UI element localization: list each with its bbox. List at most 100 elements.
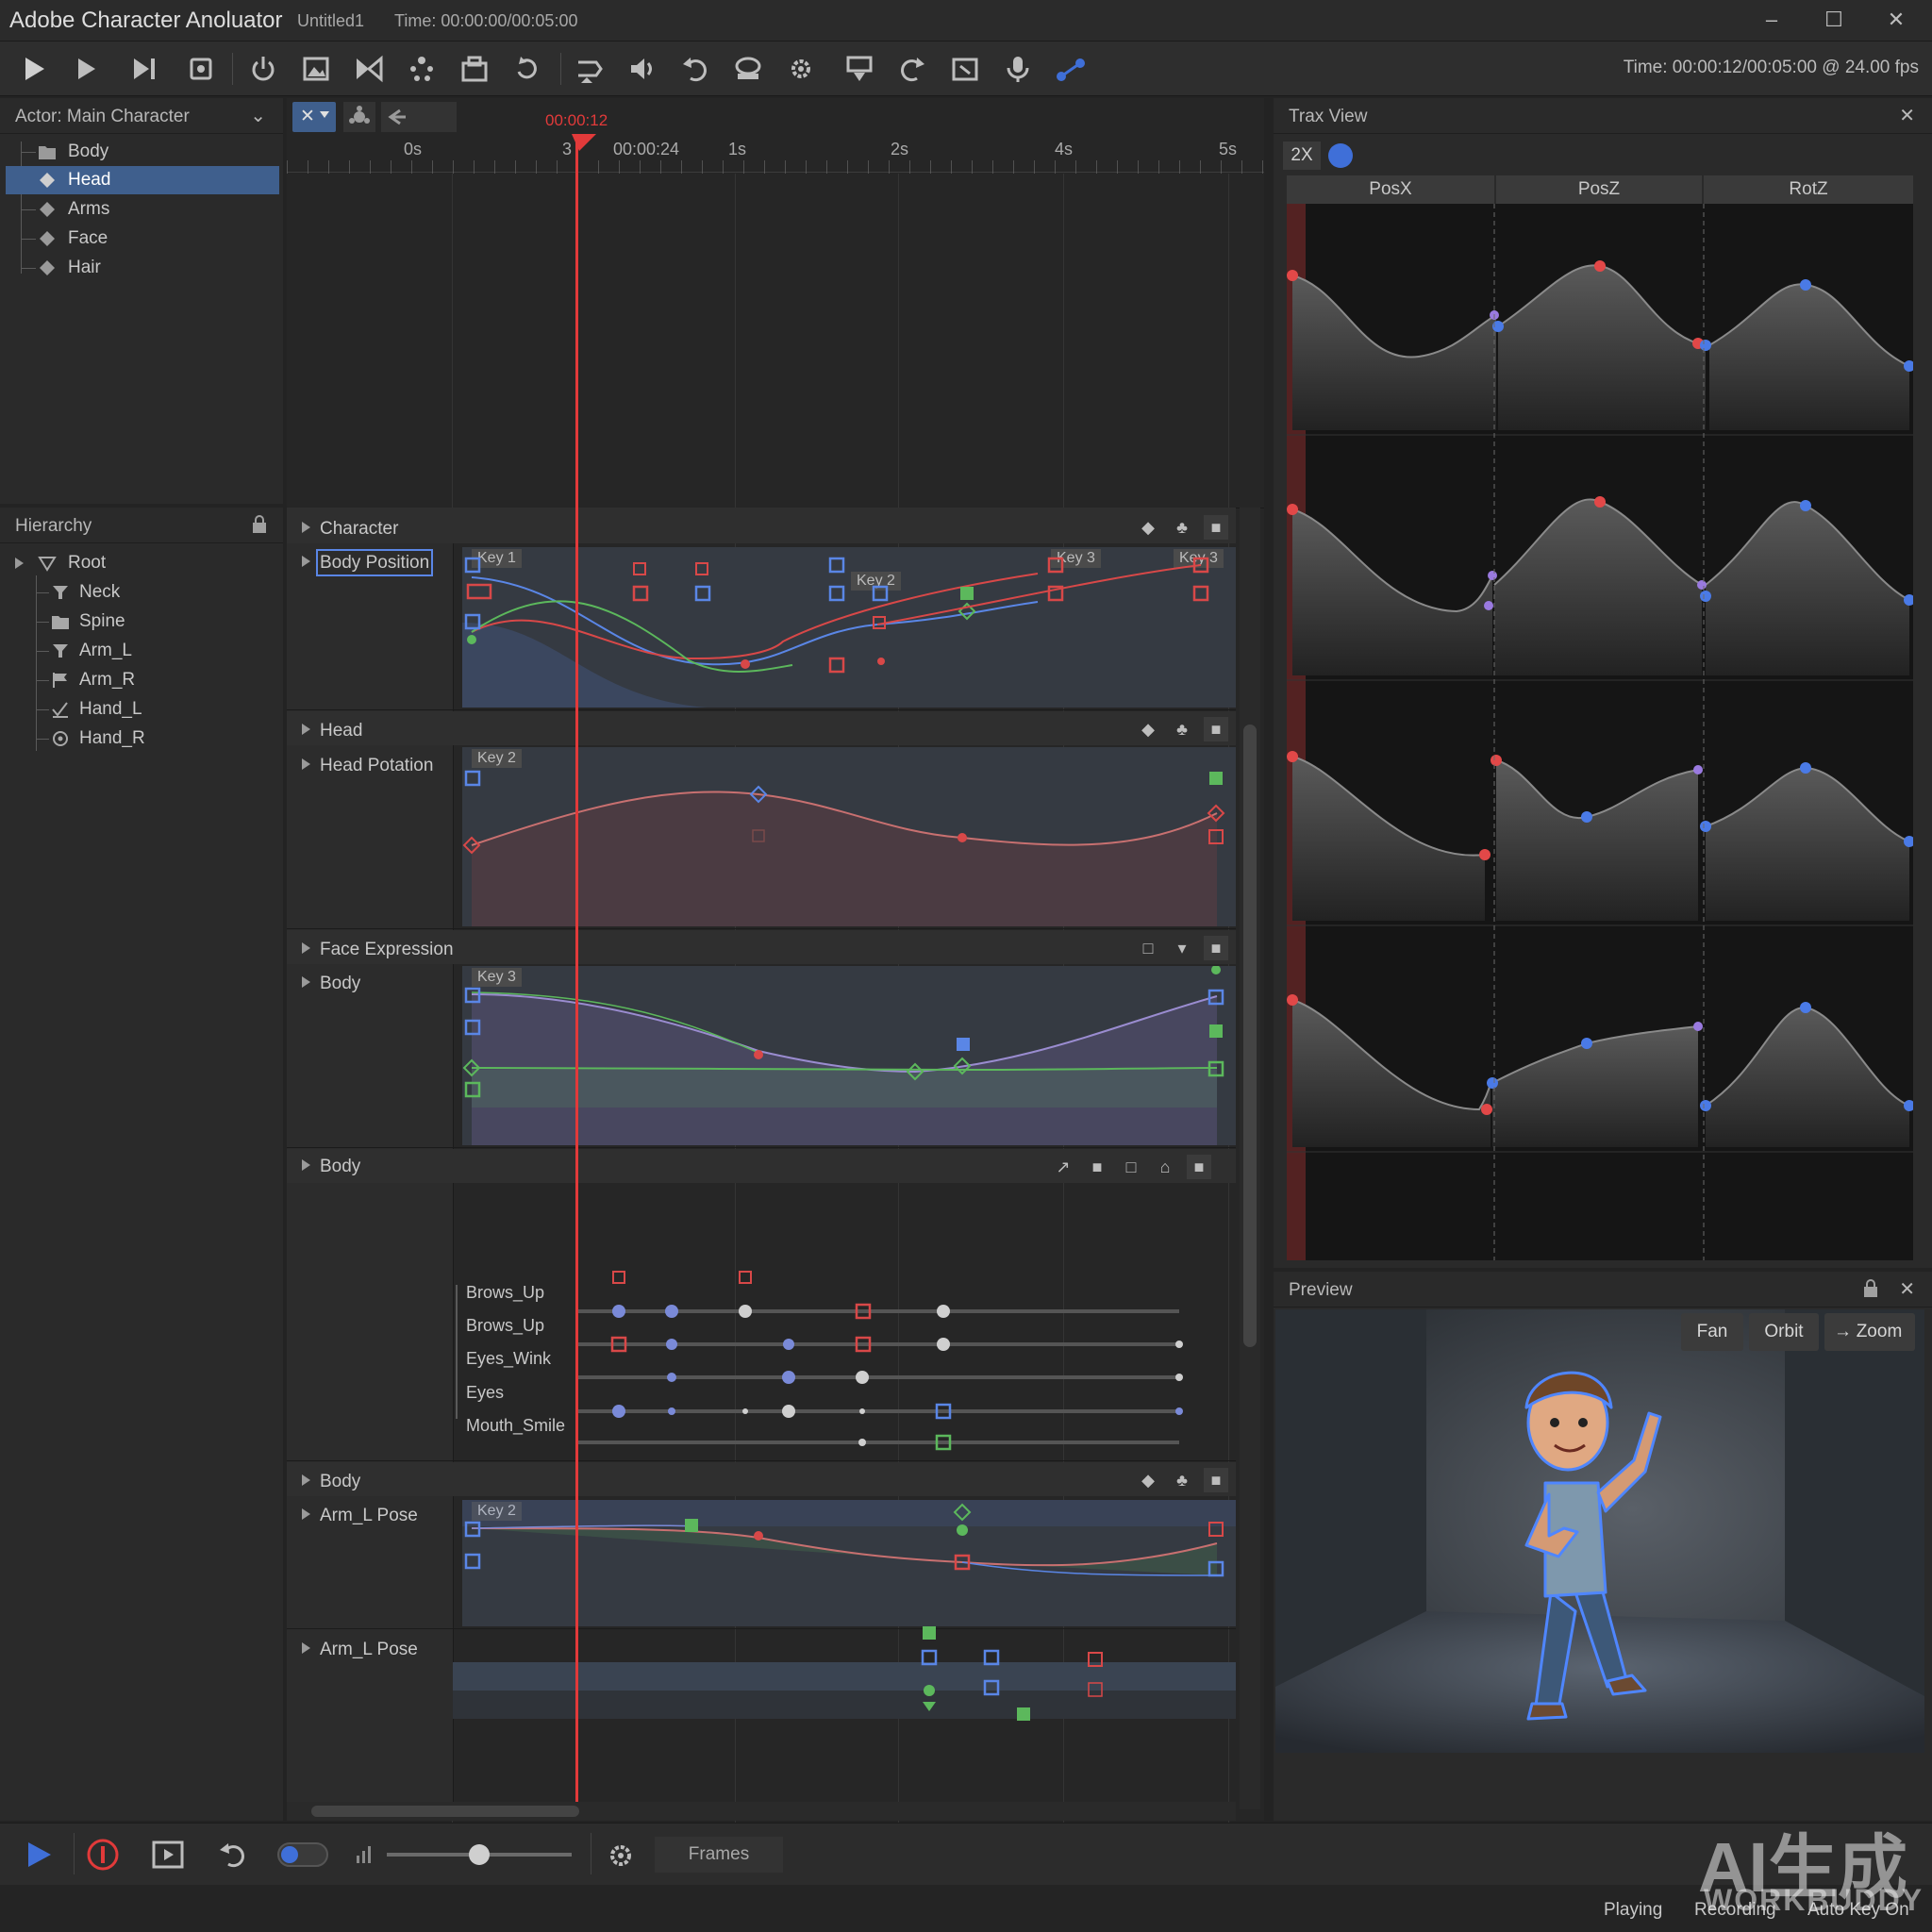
- actor-item-head[interactable]: Head: [6, 166, 279, 194]
- track-group-label[interactable]: Body: [302, 1472, 360, 1492]
- export-icon[interactable]: [843, 53, 875, 85]
- actor-item-body[interactable]: Body: [0, 138, 283, 166]
- unlock-icon[interactable]: □: [1119, 1155, 1143, 1179]
- playhead[interactable]: [575, 140, 578, 1819]
- track-group-label[interactable]: Character: [302, 519, 398, 540]
- actor-item-arms[interactable]: Arms: [0, 195, 283, 224]
- puppet-filter-button[interactable]: [343, 102, 375, 132]
- chevron-down-icon[interactable]: ⌄: [250, 104, 266, 127]
- crop-icon[interactable]: [949, 53, 981, 85]
- image-icon[interactable]: [300, 53, 332, 85]
- trax-zoom-button[interactable]: 2X: [1283, 142, 1321, 170]
- keyframe-icon[interactable]: ◆: [1136, 1468, 1160, 1492]
- redo-icon[interactable]: [896, 53, 928, 85]
- zoom-button[interactable]: → Zoom: [1824, 1313, 1915, 1351]
- track-label-body[interactable]: Body: [302, 974, 360, 994]
- hierarchy-item-hand-l[interactable]: Hand_L: [0, 695, 283, 724]
- orbit-button[interactable]: Orbit: [1749, 1313, 1819, 1351]
- maximize-button[interactable]: ☐: [1815, 6, 1853, 34]
- keyframe-icon[interactable]: ◆: [1136, 515, 1160, 540]
- audio-icon[interactable]: [626, 53, 658, 85]
- lock-icon[interactable]: ■: [1187, 1155, 1211, 1179]
- puppet-icon[interactable]: ♣: [1170, 1468, 1194, 1492]
- trax-column-posz[interactable]: PosZ: [1496, 175, 1702, 204]
- home-icon[interactable]: ⌂: [1153, 1155, 1177, 1179]
- record-icon[interactable]: [85, 1837, 121, 1873]
- puppet-icon[interactable]: [406, 53, 438, 85]
- record-stack-icon[interactable]: [185, 53, 217, 85]
- lock-icon[interactable]: [1862, 1279, 1879, 1304]
- lock-icon[interactable]: ■: [1204, 936, 1228, 960]
- gear-icon[interactable]: [606, 1840, 636, 1871]
- expand-arrow-icon[interactable]: [15, 558, 24, 569]
- track-label-arm-l-pose[interactable]: Arm_L Pose: [302, 1506, 418, 1526]
- puppet-icon[interactable]: ♣: [1170, 515, 1194, 540]
- back-button[interactable]: [381, 102, 457, 132]
- lock-icon[interactable]: [251, 515, 268, 540]
- hierarchy-item-hand-r[interactable]: Hand_R: [0, 724, 283, 753]
- track-group-label[interactable]: Body: [302, 1157, 360, 1177]
- import-icon[interactable]: [574, 53, 606, 85]
- horizontal-scrollbar[interactable]: [287, 1802, 1236, 1821]
- actor-item-face[interactable]: Face: [0, 225, 283, 253]
- rewind-icon[interactable]: [217, 1839, 251, 1871]
- hierarchy-item-root[interactable]: Root: [0, 549, 283, 577]
- package-icon[interactable]: [458, 53, 491, 85]
- hierarchy-item-neck[interactable]: Neck: [0, 578, 283, 607]
- lock-icon[interactable]: ■: [1085, 1155, 1109, 1179]
- chevron-down-icon[interactable]: ▾: [1170, 936, 1194, 960]
- play-alt-icon[interactable]: [70, 53, 102, 85]
- step-forward-icon[interactable]: [128, 53, 160, 85]
- actor-selector[interactable]: Actor: Main Character ⌄: [0, 98, 283, 134]
- playhead-handle-icon[interactable]: [570, 130, 598, 153]
- lock-icon[interactable]: ■: [1204, 717, 1228, 741]
- export-icon[interactable]: ↗: [1051, 1155, 1075, 1179]
- link-nodes-icon[interactable]: [1055, 53, 1087, 85]
- puppet-icon[interactable]: ♣: [1170, 717, 1194, 741]
- scroll-thumb[interactable]: [311, 1806, 579, 1817]
- close-window-button[interactable]: ✕: [1877, 6, 1915, 34]
- track-label-head-potation[interactable]: Head Potation: [302, 756, 433, 776]
- loop-icon[interactable]: [511, 53, 543, 85]
- minimize-button[interactable]: –: [1753, 6, 1790, 34]
- units-dropdown[interactable]: Frames: [655, 1837, 783, 1873]
- volume-slider-knob[interactable]: [469, 1844, 490, 1865]
- undo-icon[interactable]: [679, 53, 711, 85]
- preview-viewport[interactable]: [1275, 1309, 1924, 1753]
- curves-body-position: [462, 557, 1209, 708]
- hierarchy-item-arm-r[interactable]: Arm_R: [0, 666, 283, 694]
- stamp-icon[interactable]: [732, 53, 764, 85]
- preview-play-icon[interactable]: [151, 1839, 185, 1871]
- bowtie-icon[interactable]: [353, 53, 385, 85]
- fan-button[interactable]: Fan: [1681, 1313, 1743, 1351]
- unlock-icon[interactable]: □: [1136, 936, 1160, 960]
- track-label-body-position[interactable]: Body Position: [302, 549, 434, 576]
- hierarchy-item-arm-l[interactable]: Arm_L: [0, 637, 283, 665]
- power-icon[interactable]: [247, 53, 279, 85]
- track-group-label[interactable]: Head: [302, 721, 362, 741]
- microphone-icon[interactable]: [1002, 53, 1034, 85]
- folder-icon: [52, 616, 69, 629]
- keyframe-icon[interactable]: ◆: [1136, 717, 1160, 741]
- close-icon[interactable]: ✕: [1899, 104, 1915, 127]
- lock-icon[interactable]: ■: [1204, 1468, 1228, 1492]
- trax-column-posx[interactable]: PosX: [1287, 175, 1494, 204]
- trax-column-rotz[interactable]: RotZ: [1704, 175, 1913, 204]
- vertical-scrollbar[interactable]: [1240, 508, 1260, 1809]
- close-icon[interactable]: ✕: [1899, 1277, 1915, 1301]
- filter-dropdown[interactable]: ✕: [292, 102, 336, 132]
- gear-icon[interactable]: [785, 53, 817, 85]
- track-header-character[interactable]: [287, 508, 1236, 543]
- lock-icon[interactable]: ■: [1204, 515, 1228, 540]
- play-icon[interactable]: [17, 53, 49, 85]
- loop-toggle[interactable]: [277, 1842, 328, 1867]
- track-header-head[interactable]: [287, 711, 1236, 745]
- track-header-body-arm[interactable]: [287, 1462, 1236, 1496]
- play-icon[interactable]: [23, 1839, 55, 1871]
- hierarchy-item-spine[interactable]: Spine: [0, 608, 283, 636]
- track-group-label[interactable]: Face Expression: [302, 940, 454, 960]
- actor-item-hair[interactable]: Hair: [0, 254, 283, 282]
- trax-color-toggle[interactable]: [1328, 143, 1353, 168]
- scroll-thumb[interactable]: [1243, 724, 1257, 1347]
- ruler-label: 2s: [891, 140, 909, 158]
